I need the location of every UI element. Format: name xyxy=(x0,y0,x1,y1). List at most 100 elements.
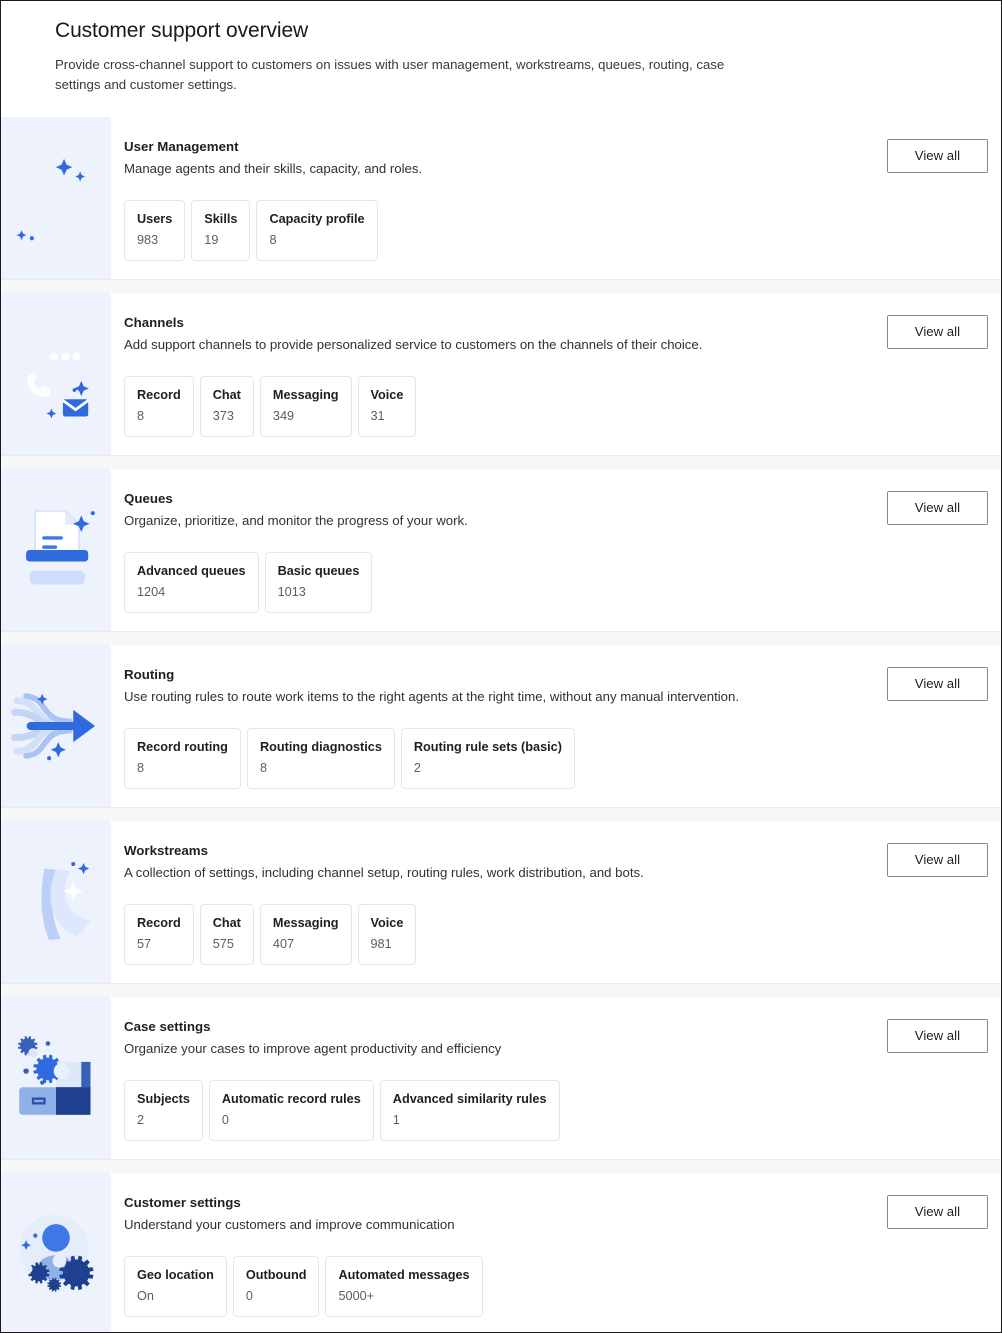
stat-value: 31 xyxy=(370,409,385,423)
stat-value: 373 xyxy=(212,409,234,423)
stat-value: 8 xyxy=(269,233,277,247)
view-all-button[interactable]: View all xyxy=(886,491,988,525)
card-icon-panel xyxy=(1,469,111,631)
card-separator xyxy=(1,984,1001,997)
stat-value: 5000+ xyxy=(338,1289,375,1303)
card-title: Routing xyxy=(124,667,175,682)
stat-row: Record routing 8 Routing diagnostics 8 Routi… xyxy=(124,728,887,789)
stat-tile[interactable]: Messaging 349 xyxy=(259,376,352,437)
stat-tile[interactable]: Voice 981 xyxy=(357,904,417,965)
stat-tile[interactable]: Basic queues 1013 xyxy=(264,552,373,613)
stat-value: 575 xyxy=(212,937,234,951)
card-action: View all xyxy=(886,314,1001,349)
card-action: View all xyxy=(886,138,1001,173)
card-body: User Management Manage agents and their s… xyxy=(111,117,1001,279)
stat-tile[interactable]: Automatic record rules 0 xyxy=(208,1080,374,1141)
overview-card-case-settings: Case settings Organize your cases to impr… xyxy=(1,997,1001,1160)
page-title: Customer support overview xyxy=(55,19,309,42)
card-separator xyxy=(1,808,1001,821)
stat-tile[interactable]: Advanced similarity rules 1 xyxy=(379,1080,560,1141)
stat-label: Automated messages xyxy=(338,1268,470,1282)
stat-tile[interactable]: Subjects 2 xyxy=(124,1080,203,1141)
stat-label: Subjects xyxy=(137,1092,190,1106)
card-title: User Management xyxy=(124,139,239,154)
stat-tile[interactable]: Record 8 xyxy=(124,376,194,437)
card-description: Organize your cases to improve agent pro… xyxy=(124,1041,502,1056)
stat-tile[interactable]: Chat 373 xyxy=(199,376,254,437)
printer-document-icon xyxy=(10,504,102,596)
stat-label: Messaging xyxy=(272,388,339,402)
stat-value: 19 xyxy=(204,233,219,247)
stat-tile[interactable]: Routing diagnostics 8 xyxy=(246,728,395,789)
stat-label: Users xyxy=(137,212,173,226)
card-title: Workstreams xyxy=(124,843,209,858)
stat-tile[interactable]: Voice 31 xyxy=(357,376,417,437)
stat-row: Record 57 Chat 575 Messaging 407 Voice 981 xyxy=(124,904,887,965)
stat-value: 983 xyxy=(137,233,159,247)
card-icon-panel xyxy=(1,645,111,807)
stat-tile[interactable]: Chat 575 xyxy=(199,904,254,965)
card-body: Routing Use routing rules to route work i… xyxy=(111,645,1001,807)
card-title: Customer settings xyxy=(124,1195,241,1210)
stat-label: Basic queues xyxy=(277,564,360,578)
stat-value: 981 xyxy=(370,937,392,951)
sphere-swoosh-icon xyxy=(10,856,102,948)
card-description: Use routing rules to route work items to… xyxy=(124,689,739,704)
stat-value: On xyxy=(137,1289,154,1303)
card-action: View all xyxy=(886,842,1001,877)
card-main: Case settings Organize your cases to impr… xyxy=(124,1018,887,1141)
stat-label: Chat xyxy=(212,916,241,930)
stat-label: Geo location xyxy=(137,1268,214,1282)
stat-tile[interactable]: Capacity profile 8 xyxy=(256,200,378,261)
stat-tile[interactable]: Skills 19 xyxy=(191,200,251,261)
stat-row: Geo location On Outbound 0 Automated message… xyxy=(124,1256,887,1317)
card-separator xyxy=(1,456,1001,469)
view-all-button[interactable]: View all xyxy=(886,315,988,349)
page-subtitle: Provide cross-channel support to custome… xyxy=(55,57,725,92)
card-main: Workstreams A collection of settings, inc… xyxy=(124,842,887,965)
stat-value: 0 xyxy=(245,1289,253,1303)
stat-row: Subjects 2 Automatic record rules 0 Advanced… xyxy=(124,1080,887,1141)
view-all-button[interactable]: View all xyxy=(886,843,988,877)
view-all-button[interactable]: View all xyxy=(886,667,988,701)
card-icon-panel xyxy=(1,117,111,279)
overview-card-channels: Channels Add support channels to provide … xyxy=(1,293,1001,456)
stat-value: 2 xyxy=(413,761,421,775)
stat-label: Messaging xyxy=(272,916,339,930)
card-main: User Management Manage agents and their s… xyxy=(124,138,887,261)
stat-label: Routing rule sets (basic) xyxy=(413,740,562,754)
stat-label: Record xyxy=(137,916,181,930)
card-main: Channels Add support channels to provide … xyxy=(124,314,887,437)
card-action: View all xyxy=(886,490,1001,525)
card-icon-panel xyxy=(1,293,111,455)
stat-row: Advanced queues 1204 Basic queues 1013 xyxy=(124,552,887,613)
view-all-button[interactable]: View all xyxy=(886,139,988,173)
stat-tile[interactable]: Outbound 0 xyxy=(232,1256,320,1317)
card-body: Customer settings Understand your custome… xyxy=(111,1173,1001,1332)
stat-tile[interactable]: Automated messages 5000+ xyxy=(325,1256,483,1317)
card-action: View all xyxy=(886,666,1001,701)
stat-tile[interactable]: Messaging 407 xyxy=(259,904,352,965)
people-icon xyxy=(10,152,102,244)
stat-row: Record 8 Chat 373 Messaging 349 Voice 31 xyxy=(124,376,887,437)
stat-value: 1013 xyxy=(277,585,306,599)
card-description: Add support channels to provide personal… xyxy=(124,337,703,352)
stat-label: Advanced similarity rules xyxy=(392,1092,547,1106)
stat-tile[interactable]: Users 983 xyxy=(124,200,186,261)
page-header: Customer support overview Provide cross-… xyxy=(1,1,1001,117)
stat-label: Advanced queues xyxy=(137,564,246,578)
view-all-button[interactable]: View all xyxy=(886,1195,988,1229)
card-body: Queues Organize, prioritize, and monitor … xyxy=(111,469,1001,631)
stat-tile[interactable]: Record routing 8 xyxy=(124,728,241,789)
card-main: Queues Organize, prioritize, and monitor … xyxy=(124,490,887,613)
briefcase-gears-icon xyxy=(10,1032,102,1124)
stat-tile[interactable]: Geo location On xyxy=(124,1256,227,1317)
stat-tile[interactable]: Routing rule sets (basic) 2 xyxy=(400,728,575,789)
chat-bubbles-phone-envelope-icon xyxy=(10,328,102,420)
stat-tile[interactable]: Advanced queues 1204 xyxy=(124,552,259,613)
stat-tile[interactable]: Record 57 xyxy=(124,904,194,965)
stat-value: 349 xyxy=(272,409,295,423)
stat-value: 8 xyxy=(259,761,267,775)
view-all-button[interactable]: View all xyxy=(886,1019,988,1053)
stat-label: Outbound xyxy=(245,1268,307,1282)
